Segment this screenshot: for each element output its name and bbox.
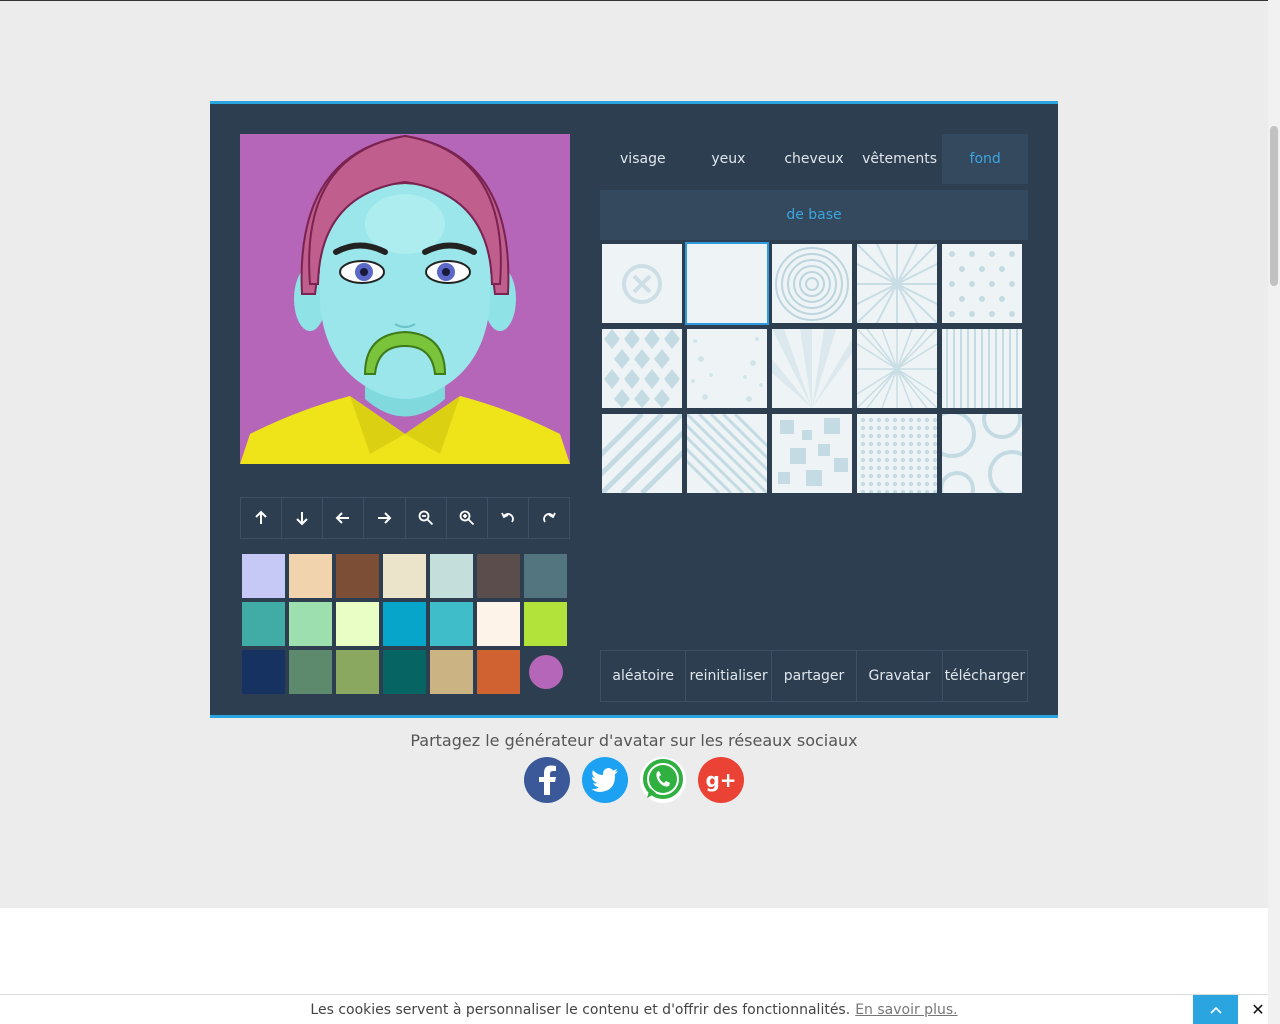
google-plus-icon[interactable]: g+ [698, 757, 744, 803]
pattern-vertical-stripes[interactable] [940, 327, 1024, 410]
color-swatch[interactable] [336, 650, 379, 694]
pattern-diamonds[interactable] [600, 327, 684, 410]
pattern-confetti[interactable] [685, 327, 769, 410]
color-swatch[interactable] [383, 554, 426, 598]
reset-button[interactable]: reinitialiser [686, 651, 772, 701]
share-title: Partagez le générateur d'avatar sur les … [410, 731, 858, 750]
scroll-to-top-button[interactable] [1193, 995, 1238, 1024]
tab-yeux[interactable]: yeux [686, 134, 772, 184]
color-swatch[interactable] [242, 554, 285, 598]
arrow-down-icon[interactable] [282, 498, 324, 538]
color-swatch[interactable] [383, 650, 426, 694]
pattern-hearts[interactable] [940, 242, 1024, 325]
footer-band [0, 908, 1268, 994]
color-swatch[interactable] [430, 650, 473, 694]
color-swatch[interactable] [524, 554, 567, 598]
pattern-sunburst[interactable] [855, 242, 939, 325]
zoom-in-icon[interactable] [447, 498, 488, 538]
avatar-generator-panel: visage yeux cheveux vêtements fond de ba… [210, 101, 1058, 718]
color-swatch[interactable] [430, 602, 473, 646]
gravatar-button[interactable]: Gravatar [857, 651, 943, 701]
pattern-none[interactable] [600, 242, 684, 325]
social-share-buttons: g+ [524, 757, 744, 803]
arrow-up-icon[interactable] [241, 498, 283, 538]
pattern-plain[interactable] [685, 242, 769, 325]
pattern-rays[interactable] [770, 327, 854, 410]
color-swatch[interactable] [336, 554, 379, 598]
avatar-illustration [240, 134, 570, 464]
pattern-diagonal-wide[interactable] [600, 412, 684, 495]
arrow-left-icon[interactable] [323, 498, 365, 538]
pattern-concentric[interactable] [770, 242, 854, 325]
facebook-icon[interactable] [524, 757, 570, 803]
color-swatch[interactable] [524, 650, 567, 694]
pattern-dots[interactable] [855, 412, 939, 495]
pattern-starburst[interactable] [855, 327, 939, 410]
action-bar: aléatoire reinitialiser partager Gravata… [600, 650, 1028, 702]
color-swatch[interactable] [289, 554, 332, 598]
zoom-out-icon[interactable] [406, 498, 447, 538]
pattern-diagonal-thin[interactable] [685, 412, 769, 495]
cookie-learn-more-link[interactable]: En savoir plus. [855, 1002, 957, 1018]
color-swatch[interactable] [430, 554, 473, 598]
pattern-curves[interactable] [940, 412, 1024, 495]
color-swatch[interactable] [242, 650, 285, 694]
cookie-close-button[interactable]: ✕ [1248, 999, 1268, 1019]
tab-fond[interactable]: fond [942, 134, 1028, 184]
rotate-right-icon[interactable] [529, 498, 569, 538]
color-swatch[interactable] [289, 650, 332, 694]
twitter-icon[interactable] [582, 757, 628, 803]
cookie-text: Les cookies servent à personnaliser le c… [310, 1001, 851, 1018]
chevron-up-icon [1209, 1006, 1222, 1014]
color-swatch[interactable] [242, 602, 285, 646]
color-swatch[interactable] [383, 602, 426, 646]
color-swatches [242, 554, 568, 694]
category-tabs: visage yeux cheveux vêtements fond [600, 134, 1028, 184]
download-button[interactable]: télécharger [943, 651, 1027, 701]
subtab-de-base[interactable]: de base [600, 190, 1028, 240]
background-patterns [600, 242, 1028, 495]
scrollbar-thumb[interactable] [1270, 126, 1278, 286]
avatar-toolbar [240, 497, 570, 539]
top-border [0, 0, 1268, 1]
cookie-banner: Les cookies servent à personnaliser le c… [0, 994, 1268, 1024]
tab-cheveux[interactable]: cheveux [771, 134, 857, 184]
avatar-preview [240, 134, 570, 464]
color-swatch[interactable] [477, 602, 520, 646]
tab-visage[interactable]: visage [600, 134, 686, 184]
color-swatch[interactable] [289, 602, 332, 646]
share-button[interactable]: partager [772, 651, 858, 701]
tab-vetements[interactable]: vêtements [857, 134, 943, 184]
selected-color-indicator [528, 655, 563, 689]
whatsapp-icon[interactable] [640, 757, 686, 803]
color-swatch[interactable] [336, 602, 379, 646]
random-button[interactable]: aléatoire [601, 651, 687, 701]
pattern-pixels[interactable] [770, 412, 854, 495]
color-swatch[interactable] [477, 554, 520, 598]
color-swatch[interactable] [524, 602, 567, 646]
page-scrollbar[interactable] [1268, 0, 1280, 1024]
arrow-right-icon[interactable] [364, 498, 406, 538]
color-swatch[interactable] [477, 650, 520, 694]
rotate-left-icon[interactable] [488, 498, 529, 538]
